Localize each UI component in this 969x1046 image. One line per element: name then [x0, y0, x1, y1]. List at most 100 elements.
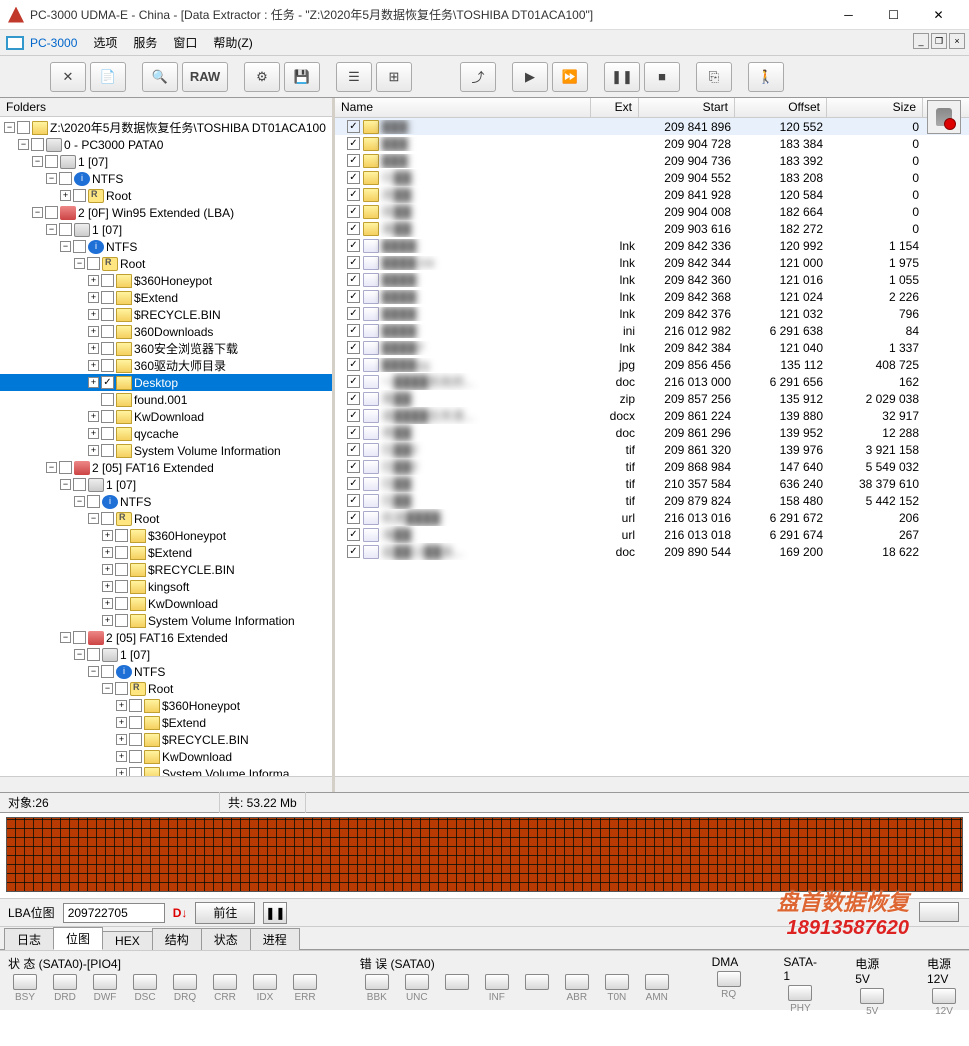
col-size[interactable]: Size	[827, 98, 923, 117]
tree-checkbox[interactable]	[45, 206, 58, 219]
file-row[interactable]: ✓机类████url216 013 0166 291 672206	[335, 509, 969, 526]
tree-checkbox[interactable]	[129, 750, 142, 763]
tree-checkbox[interactable]	[87, 495, 100, 508]
tree-row[interactable]: −Z:\2020年5月数据恢复任务\TOSHIBA DT01ACA100	[0, 119, 332, 136]
tree-expand-icon[interactable]: −	[32, 156, 43, 167]
tree-checkbox[interactable]	[115, 682, 128, 695]
col-ext[interactable]: Ext	[591, 98, 639, 117]
tree-expand-icon[interactable]: +	[88, 326, 99, 337]
file-checkbox[interactable]: ✓	[347, 426, 360, 439]
tree-expand-icon[interactable]: −	[46, 462, 57, 473]
folder-tree[interactable]: −Z:\2020年5月数据恢复任务\TOSHIBA DT01ACA100−0 -…	[0, 117, 332, 776]
file-row[interactable]: ✓美██209 903 616182 2720	[335, 220, 969, 237]
tree-expand-icon[interactable]: +	[88, 411, 99, 422]
file-checkbox[interactable]: ✓	[347, 477, 360, 490]
menu-帮助(Z)[interactable]: 帮助(Z)	[213, 36, 252, 50]
file-checkbox[interactable]: ✓	[347, 443, 360, 456]
lba-input[interactable]	[63, 903, 165, 923]
file-checkbox[interactable]: ✓	[347, 222, 360, 235]
tree-expand-icon[interactable]: +	[116, 734, 127, 745]
tree-row[interactable]: −Root	[0, 510, 332, 527]
db-tool-button[interactable]	[927, 100, 961, 134]
filelist-scrollbar[interactable]	[335, 776, 969, 792]
tool-partition-button[interactable]: ⚙	[244, 62, 280, 92]
sector-grid[interactable]	[6, 817, 963, 892]
tree-checkbox[interactable]	[101, 665, 114, 678]
tree-row[interactable]: +$RECYCLE.BIN	[0, 731, 332, 748]
tool-disk-button[interactable]: 💾	[284, 62, 320, 92]
file-row[interactable]: ✓████lnk209 842 376121 032796	[335, 305, 969, 322]
file-row[interactable]: ✓房██209 841 928120 5840	[335, 186, 969, 203]
tree-checkbox[interactable]	[31, 138, 44, 151]
tree-expand-icon[interactable]: +	[116, 751, 127, 762]
file-row[interactable]: ✓扫██iftif209 868 984147 6405 549 032	[335, 458, 969, 475]
file-checkbox[interactable]: ✓	[347, 120, 360, 133]
tree-checkbox[interactable]	[101, 444, 114, 457]
tree-row[interactable]: +$RECYCLE.BIN	[0, 306, 332, 323]
tree-checkbox[interactable]	[101, 410, 114, 423]
file-checkbox[interactable]: ✓	[347, 528, 360, 541]
file-checkbox[interactable]: ✓	[347, 460, 360, 473]
tree-row[interactable]: −1 [07]	[0, 221, 332, 238]
tree-expand-icon[interactable]: +	[102, 598, 113, 609]
file-checkbox[interactable]: ✓	[347, 324, 360, 337]
tree-row[interactable]: +KwDownload	[0, 595, 332, 612]
tool-copy-button[interactable]: ⎘	[696, 62, 732, 92]
tree-row[interactable]: −0 - PC3000 PATA0	[0, 136, 332, 153]
tree-row[interactable]: −iNTFS	[0, 170, 332, 187]
tree-expand-icon[interactable]: +	[88, 309, 99, 320]
tree-expand-icon[interactable]: −	[32, 207, 43, 218]
file-row[interactable]: ✓████Plnk209 842 384121 0401 337	[335, 339, 969, 356]
file-row[interactable]: ✓████.lnklnk209 842 344121 0001 975	[335, 254, 969, 271]
tree-row[interactable]: +$360Honeypot	[0, 527, 332, 544]
tree-checkbox[interactable]	[17, 121, 30, 134]
file-checkbox[interactable]: ✓	[347, 341, 360, 354]
tool-export-button[interactable]: ⤴	[460, 62, 496, 92]
tree-checkbox[interactable]	[73, 240, 86, 253]
file-checkbox[interactable]: ✓	[347, 171, 360, 184]
tool-settings-button[interactable]: ✕	[50, 62, 86, 92]
tree-row[interactable]: +System Volume Information	[0, 612, 332, 629]
tree-row[interactable]: +360Downloads	[0, 323, 332, 340]
mdi-minimize-button[interactable]: _	[913, 33, 929, 49]
tree-checkbox[interactable]	[115, 563, 128, 576]
tree-expand-icon[interactable]: −	[74, 258, 85, 269]
tree-row[interactable]: −1 [07]	[0, 476, 332, 493]
tree-expand-icon[interactable]: +	[102, 530, 113, 541]
tree-expand-icon[interactable]: +	[88, 275, 99, 286]
col-start[interactable]: Start	[639, 98, 735, 117]
tree-checkbox[interactable]	[115, 546, 128, 559]
file-checkbox[interactable]: ✓	[347, 273, 360, 286]
tree-checkbox[interactable]	[45, 155, 58, 168]
tab-HEX[interactable]: HEX	[102, 931, 153, 950]
tree-expand-icon[interactable]: +	[116, 700, 127, 711]
tab-进程[interactable]: 进程	[250, 928, 300, 950]
tree-row[interactable]: +✓Desktop	[0, 374, 332, 391]
tree-row[interactable]: +Root	[0, 187, 332, 204]
tree-expand-icon[interactable]: −	[60, 632, 71, 643]
tool-tree-button[interactable]: ⊞	[376, 62, 412, 92]
tree-checkbox[interactable]	[129, 767, 142, 776]
menu-窗口[interactable]: 窗口	[173, 36, 197, 50]
lba-go-button[interactable]: 前往	[195, 902, 255, 924]
file-checkbox[interactable]: ✓	[347, 511, 360, 524]
tree-expand-icon[interactable]: +	[102, 581, 113, 592]
tree-checkbox[interactable]	[59, 223, 72, 236]
tree-expand-icon[interactable]: +	[88, 428, 99, 439]
tree-checkbox[interactable]	[101, 359, 114, 372]
tool-stop-button[interactable]: ■	[644, 62, 680, 92]
tool-pause-button[interactable]: ❚❚	[604, 62, 640, 92]
tree-expand-icon[interactable]: +	[60, 190, 71, 201]
col-offset[interactable]: Offset	[735, 98, 827, 117]
menu-服务[interactable]: 服务	[133, 36, 157, 50]
tree-row[interactable]: +$360Honeypot	[0, 697, 332, 714]
tool-play-button[interactable]: ▶	[512, 62, 548, 92]
tab-位图[interactable]: 位图	[53, 927, 103, 950]
tree-checkbox[interactable]	[129, 733, 142, 746]
tree-expand-icon[interactable]: −	[46, 173, 57, 184]
file-checkbox[interactable]: ✓	[347, 137, 360, 150]
mdi-restore-button[interactable]: ❐	[931, 33, 947, 49]
tree-row[interactable]: −iNTFS	[0, 238, 332, 255]
tab-状态[interactable]: 状态	[201, 928, 251, 950]
tree-checkbox[interactable]	[115, 597, 128, 610]
